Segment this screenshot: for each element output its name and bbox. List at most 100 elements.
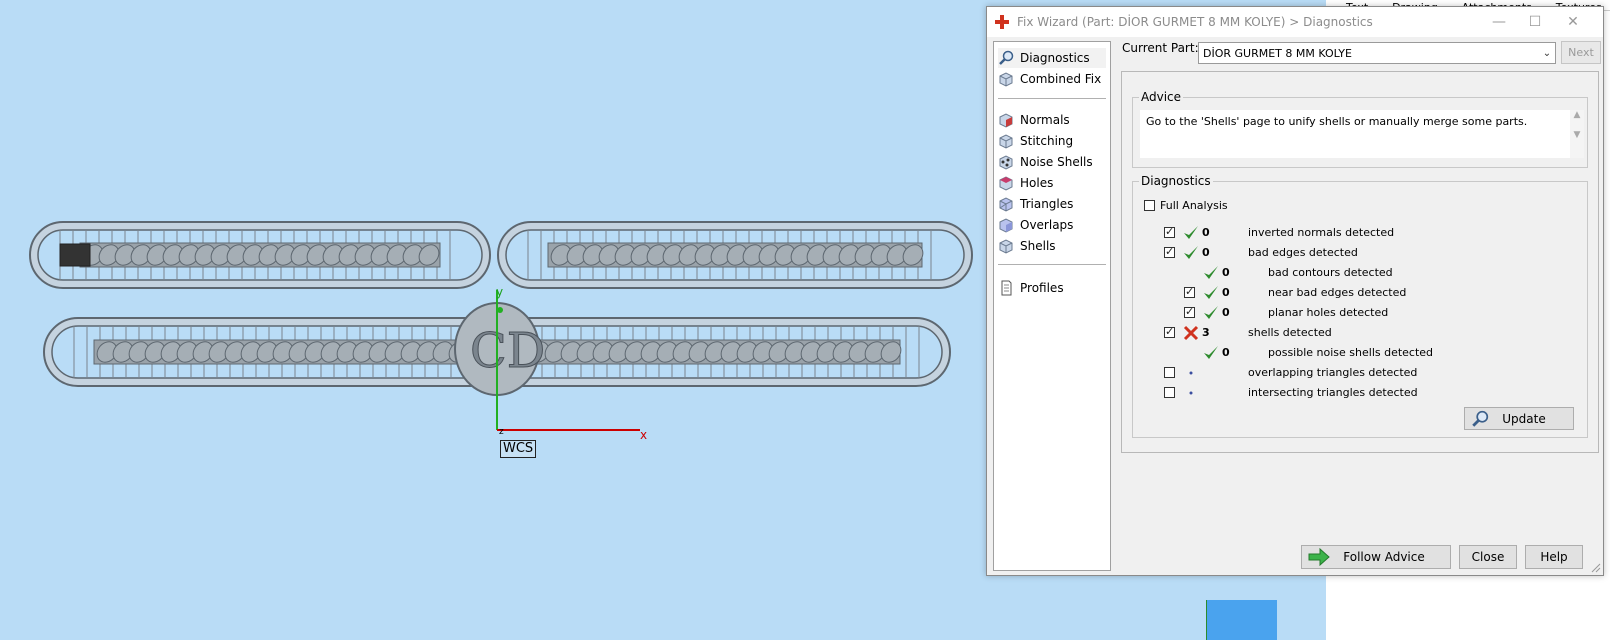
origin-marker bbox=[497, 307, 503, 313]
checkmark-icon bbox=[1184, 226, 1198, 239]
dialog-title: Fix Wizard (Part: DİOR GURMET 8 MM KOLYE… bbox=[1017, 15, 1373, 29]
nav-item-combined-fix[interactable]: Combined Fix bbox=[998, 69, 1106, 89]
checkbox[interactable] bbox=[1144, 199, 1155, 211]
nav-label: Shells bbox=[1020, 239, 1056, 253]
next-button[interactable]: Next bbox=[1561, 41, 1601, 64]
red-cross-icon bbox=[995, 15, 1009, 29]
diagnostic-text: inverted normals detected bbox=[1248, 226, 1395, 239]
wcs-label: WCS bbox=[500, 440, 537, 458]
nav-item-stitching[interactable]: Stitching bbox=[998, 131, 1106, 151]
diagnostic-text: bad edges detected bbox=[1248, 246, 1358, 259]
overlaps-cube-icon bbox=[999, 218, 1013, 233]
nav-item-noise-shells[interactable]: Noise Shells bbox=[998, 152, 1106, 172]
diagnostic-row: overlapping triangles detected bbox=[1122, 364, 1592, 382]
stitching-cube-icon bbox=[999, 134, 1013, 149]
diagnostic-checkbox[interactable] bbox=[1164, 367, 1175, 378]
diagnostic-checkbox[interactable] bbox=[1184, 305, 1195, 318]
wizard-nav: Diagnostics Combined Fix Normals Stitchi… bbox=[993, 41, 1111, 571]
resize-grip-icon[interactable] bbox=[1591, 563, 1601, 573]
advice-text: Go to the 'Shells' page to unify shells … bbox=[1140, 110, 1572, 158]
cube-icon bbox=[999, 72, 1013, 87]
clasp-block bbox=[59, 243, 91, 267]
current-part-label: Current Part: bbox=[1122, 41, 1199, 55]
maximize-button[interactable]: ☐ bbox=[1523, 11, 1547, 33]
current-part-value: DİOR GURMET 8 MM KOLYE bbox=[1203, 46, 1352, 60]
diagnostic-text: bad contours detected bbox=[1268, 266, 1393, 279]
update-label: Update bbox=[1502, 411, 1546, 426]
nav-item-profiles[interactable]: Profiles bbox=[998, 278, 1106, 298]
document-icon bbox=[1001, 280, 1012, 296]
diagnostic-checkbox[interactable] bbox=[1184, 285, 1195, 298]
diagnostic-checkbox[interactable] bbox=[1164, 225, 1175, 238]
minimize-button[interactable]: — bbox=[1487, 11, 1511, 33]
diagnostic-text: shells detected bbox=[1248, 326, 1332, 339]
diagnostic-text: planar holes detected bbox=[1268, 306, 1389, 319]
diagnostic-row: 0 bad edges detected bbox=[1122, 244, 1592, 262]
close-window-button[interactable]: ✕ bbox=[1561, 11, 1585, 33]
nav-label: Profiles bbox=[1020, 281, 1064, 295]
diagnostic-text: intersecting triangles detected bbox=[1248, 386, 1418, 399]
green-arrow-icon bbox=[1308, 548, 1330, 566]
follow-advice-label: Follow Advice bbox=[1343, 550, 1425, 564]
diagnostic-row: 3 shells detected bbox=[1122, 324, 1592, 342]
advice-scrollbar[interactable]: ▲ ▼ bbox=[1570, 110, 1584, 158]
cd-logo: CD bbox=[470, 323, 545, 379]
nav-item-triangles[interactable]: Triangles bbox=[998, 194, 1106, 214]
current-part-select[interactable]: DİOR GURMET 8 MM KOLYE ⌄ bbox=[1198, 42, 1556, 64]
checkmark-icon bbox=[1204, 346, 1218, 359]
nav-separator bbox=[998, 98, 1106, 99]
full-analysis-checkbox[interactable]: Full Analysis bbox=[1144, 196, 1228, 214]
advice-legend: Advice bbox=[1141, 90, 1182, 104]
diagnostic-row: 0 bad contours detected bbox=[1122, 264, 1592, 282]
nav-label: Noise Shells bbox=[1020, 155, 1093, 169]
close-button[interactable]: Close bbox=[1459, 545, 1517, 569]
follow-advice-button[interactable]: Follow Advice bbox=[1301, 545, 1451, 569]
diagnostic-checkbox[interactable] bbox=[1164, 325, 1175, 338]
diagnostic-count: 0 bbox=[1202, 226, 1210, 239]
full-analysis-label: Full Analysis bbox=[1160, 198, 1228, 212]
diagnostic-count: 0 bbox=[1202, 246, 1210, 259]
nav-item-holes[interactable]: Holes bbox=[998, 173, 1106, 193]
nav-item-shells[interactable]: Shells bbox=[998, 236, 1106, 256]
axis-x-label: x bbox=[640, 428, 648, 442]
axis-y-label: y bbox=[496, 285, 504, 299]
triangles-cube-icon bbox=[999, 197, 1013, 212]
shells-cube-icon bbox=[999, 239, 1013, 254]
view-cube[interactable] bbox=[1206, 600, 1277, 640]
nav-item-diagnostics[interactable]: Diagnostics bbox=[998, 48, 1106, 68]
diagnostic-count: 0 bbox=[1222, 346, 1230, 359]
nav-item-overlaps[interactable]: Overlaps bbox=[998, 215, 1106, 235]
nav-label: Stitching bbox=[1020, 134, 1074, 148]
dialog-titlebar[interactable]: Fix Wizard (Part: DİOR GURMET 8 MM KOLYE… bbox=[987, 7, 1603, 37]
diagnostic-row: 0 possible noise shells detected bbox=[1122, 344, 1592, 362]
diagnostic-row: 0 planar holes detected bbox=[1122, 304, 1592, 322]
diagnostic-row: 0 inverted normals detected bbox=[1122, 224, 1592, 242]
nav-label: Normals bbox=[1020, 113, 1070, 127]
normals-cube-icon bbox=[999, 113, 1013, 128]
chevron-down-icon: ⌄ bbox=[1542, 47, 1552, 59]
pending-dot-icon bbox=[1189, 391, 1193, 395]
magnifier-icon bbox=[999, 50, 1014, 65]
diagnostics-page: Advice Go to the 'Shells' page to unify … bbox=[1121, 71, 1599, 453]
checkmark-icon bbox=[1184, 246, 1198, 259]
diagnostic-text: near bad edges detected bbox=[1268, 286, 1407, 299]
diagnostic-count: 0 bbox=[1222, 286, 1230, 299]
pending-dot-icon bbox=[1189, 371, 1193, 375]
diagnostic-row: intersecting triangles detected bbox=[1122, 384, 1592, 402]
diagnostic-text: overlapping triangles detected bbox=[1248, 366, 1418, 379]
fix-wizard-dialog: Fix Wizard (Part: DİOR GURMET 8 MM KOLYE… bbox=[986, 6, 1604, 576]
diagnostics-legend: Diagnostics bbox=[1141, 174, 1211, 188]
diagnostic-count: 0 bbox=[1222, 306, 1230, 319]
nav-label: Diagnostics bbox=[1020, 51, 1090, 65]
diagnostic-checkbox[interactable] bbox=[1164, 387, 1175, 398]
help-button[interactable]: Help bbox=[1525, 545, 1583, 569]
nav-label: Holes bbox=[1020, 176, 1054, 190]
diagnostic-checkbox[interactable] bbox=[1164, 245, 1175, 258]
diagnostic-row: 0 near bad edges detected bbox=[1122, 284, 1592, 302]
update-button[interactable]: Update bbox=[1464, 407, 1574, 430]
diagnostic-text: possible noise shells detected bbox=[1268, 346, 1434, 359]
magnifier-icon bbox=[1472, 410, 1489, 427]
nav-item-normals[interactable]: Normals bbox=[998, 110, 1106, 130]
diagnostic-count: 3 bbox=[1202, 326, 1210, 339]
holes-cube-icon bbox=[999, 176, 1013, 191]
